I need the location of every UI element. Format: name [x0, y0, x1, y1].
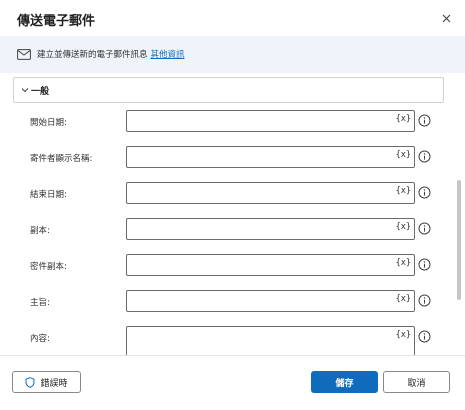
dialog-header: 傳送電子郵件 — [0, 0, 465, 34]
dialog-title: 傳送電子郵件 — [17, 14, 96, 29]
field-row-subject: 主旨: {x} — [0, 290, 450, 316]
chevron-down-icon — [21, 88, 29, 93]
section-general-label: 一般 — [31, 87, 50, 97]
mail-icon — [17, 49, 31, 60]
field-label: 主旨: — [30, 298, 50, 308]
info-icon[interactable] — [418, 330, 431, 343]
on-error-label: 錯誤時 — [40, 378, 68, 389]
field-label: 結束日期: — [30, 190, 67, 200]
field-row-bcc: 密件副本: {x} — [0, 254, 450, 280]
on-error-button[interactable]: 錯誤時 — [12, 371, 81, 393]
field-label: 開始日期: — [30, 118, 67, 128]
field-row-cc: 副本: {x} — [0, 218, 450, 244]
end-date-input[interactable]: {x} — [126, 182, 415, 204]
save-button[interactable]: 儲存 — [311, 371, 378, 393]
info-icon[interactable] — [418, 258, 431, 271]
field-label: 密件副本: — [30, 262, 67, 272]
section-general-header[interactable]: 一般 — [13, 77, 444, 103]
dialog-footer: 錯誤時 儲存 取消 — [0, 356, 465, 410]
subject-input[interactable]: {x} — [126, 290, 415, 312]
info-icon[interactable] — [418, 222, 431, 235]
cc-input[interactable]: {x} — [126, 218, 415, 240]
body-textarea[interactable]: {x} — [126, 326, 415, 355]
variable-button[interactable]: {x} — [396, 114, 411, 124]
field-row-body: 內容: {x} — [0, 326, 450, 355]
info-message-text: 建立並傳送新的電子郵件訊息 — [37, 50, 148, 60]
field-label: 內容: — [30, 334, 50, 344]
more-info-link[interactable]: 其他資訊 — [151, 50, 185, 60]
info-message: 建立並傳送新的電子郵件訊息 其他資訊 — [37, 48, 185, 60]
field-row-sender-name: 寄件者顯示名稱: {x} — [0, 146, 450, 172]
close-icon — [442, 14, 450, 22]
start-date-input[interactable]: {x} — [126, 110, 415, 132]
info-icon[interactable] — [418, 186, 431, 199]
info-icon[interactable] — [418, 150, 431, 163]
sender-display-name-input[interactable]: {x} — [126, 146, 415, 168]
info-icon[interactable] — [418, 114, 431, 127]
shield-icon — [25, 376, 35, 388]
info-bar: 建立並傳送新的電子郵件訊息 其他資訊 — [0, 36, 465, 73]
variable-button[interactable]: {x} — [396, 330, 411, 340]
field-row-end-date: 結束日期: {x} — [0, 182, 450, 208]
cancel-button[interactable]: 取消 — [383, 371, 450, 393]
variable-button[interactable]: {x} — [396, 294, 411, 304]
field-row-start-date: 開始日期: {x} — [0, 110, 450, 136]
close-button[interactable] — [436, 9, 456, 27]
scrollbar-thumb[interactable] — [457, 180, 461, 300]
field-label: 寄件者顯示名稱: — [30, 154, 93, 164]
bcc-input[interactable]: {x} — [126, 254, 415, 276]
field-label: 副本: — [30, 226, 50, 236]
variable-button[interactable]: {x} — [396, 186, 411, 196]
variable-button[interactable]: {x} — [396, 222, 411, 232]
info-icon[interactable] — [418, 294, 431, 307]
variable-button[interactable]: {x} — [396, 258, 411, 268]
variable-button[interactable]: {x} — [396, 150, 411, 160]
